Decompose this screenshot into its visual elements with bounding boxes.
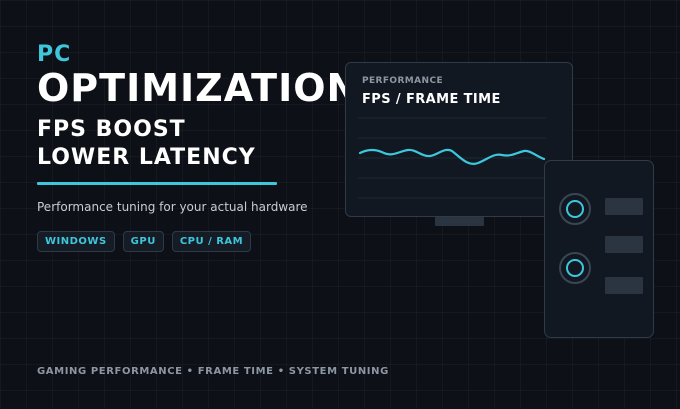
fan-icon — [559, 193, 591, 225]
fan-icon — [559, 252, 591, 284]
accent-divider — [37, 182, 277, 185]
drive-bay — [605, 198, 643, 215]
tag-cpu-ram: CPU / RAM — [171, 231, 252, 252]
headline-fps-boost: FPS BOOST — [37, 117, 186, 142]
pc-tower-illustration — [544, 160, 654, 338]
monitor-illustration: PERFORMANCE FPS / FRAME TIME — [345, 62, 573, 217]
tag-windows: WINDOWS — [37, 231, 115, 252]
monitor-label: PERFORMANCE — [362, 76, 444, 86]
monitor-stand — [435, 217, 484, 226]
headline-lower-latency: LOWER LATENCY — [37, 145, 256, 170]
page-title: OPTIMIZATION — [37, 66, 360, 110]
drive-bay — [605, 277, 643, 294]
pc-label: PC — [37, 42, 72, 67]
tagline: Performance tuning for your actual hardw… — [37, 200, 308, 214]
frame-time-line — [358, 148, 546, 165]
tag-list: WINDOWS GPU CPU / RAM — [37, 231, 252, 252]
tag-gpu: GPU — [122, 231, 164, 252]
drive-bay — [605, 236, 643, 253]
monitor-title: FPS / FRAME TIME — [362, 92, 501, 107]
footer-keywords: GAMING PERFORMANCE • FRAME TIME • SYSTEM… — [37, 366, 389, 377]
frame-time-graph — [358, 117, 546, 199]
